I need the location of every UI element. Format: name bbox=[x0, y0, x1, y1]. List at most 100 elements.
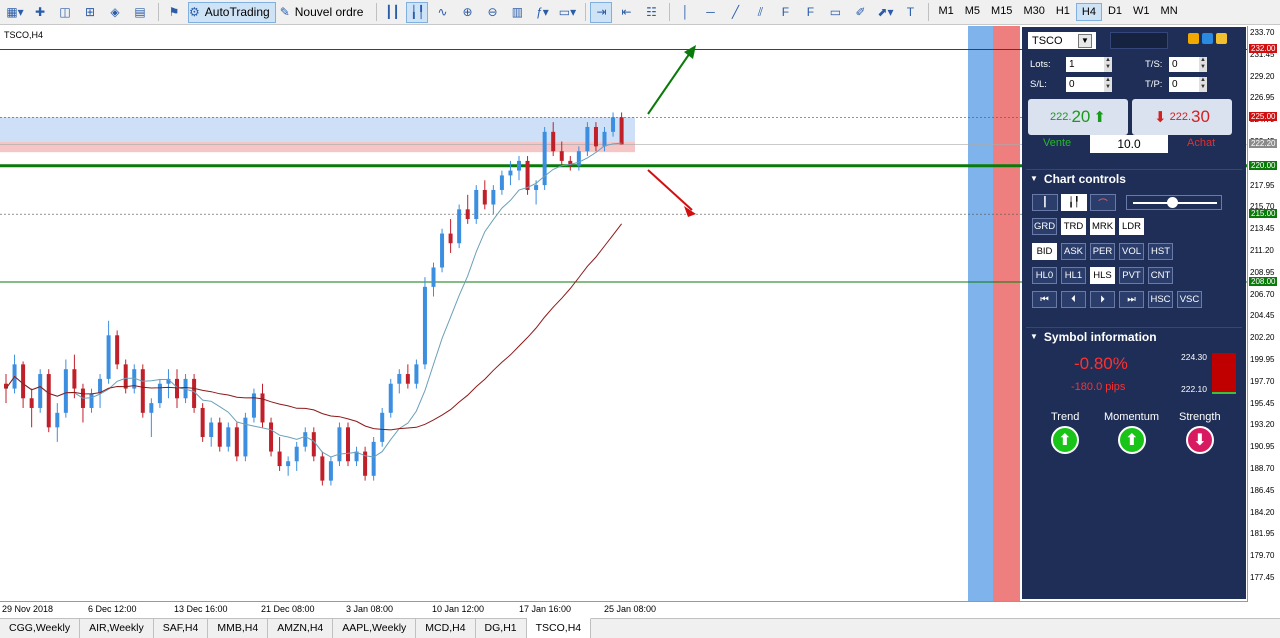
chart-shift-icon[interactable]: ⇤ bbox=[615, 2, 637, 23]
info-icon[interactable] bbox=[1202, 33, 1213, 44]
volume-input[interactable]: 10.0 bbox=[1090, 135, 1168, 153]
tab-amzn-h4[interactable]: AMZN,H4 bbox=[268, 619, 334, 638]
tab-tsco-h4[interactable]: TSCO,H4 bbox=[526, 618, 592, 638]
ts-stepper-icon[interactable]: ▲ ▼ bbox=[1199, 57, 1207, 72]
periods-icon[interactable]: ☷ bbox=[640, 2, 662, 23]
tab-mcd-h4[interactable]: MCD,H4 bbox=[416, 619, 476, 638]
market-watch-icon[interactable]: ◫ bbox=[54, 2, 76, 23]
minimize-icon[interactable] bbox=[1216, 33, 1227, 44]
tab-dg-h1[interactable]: DG,H1 bbox=[476, 619, 527, 638]
control-hl0-button[interactable]: HL0 bbox=[1032, 267, 1057, 284]
control-vol-button[interactable]: VOL bbox=[1119, 243, 1144, 260]
control-cnt-button[interactable]: CNT bbox=[1148, 267, 1173, 284]
control-trd-button[interactable]: TRD bbox=[1061, 218, 1086, 235]
line-mode-icon[interactable]: ⌒ bbox=[1090, 194, 1116, 211]
candle-body bbox=[465, 209, 470, 220]
terminal-icon[interactable]: ▤ bbox=[129, 2, 151, 23]
tp-input[interactable]: 0 bbox=[1169, 77, 1199, 92]
channel-icon[interactable]: ⫽ bbox=[749, 2, 771, 23]
fibonacci-icon[interactable]: F bbox=[774, 2, 796, 23]
profiles-icon[interactable]: ✚ bbox=[29, 2, 51, 23]
control-per-button[interactable]: PER bbox=[1090, 243, 1115, 260]
timeframe-w1[interactable]: W1 bbox=[1128, 3, 1155, 21]
tab-saf-h4[interactable]: SAF,H4 bbox=[154, 619, 209, 638]
sl-input[interactable]: 0 bbox=[1066, 77, 1104, 92]
arrows-icon[interactable]: ⬈▾ bbox=[874, 2, 896, 23]
control-bid-button[interactable]: BID bbox=[1032, 243, 1057, 260]
control-hl1-button[interactable]: HL1 bbox=[1061, 267, 1086, 284]
symbol-select[interactable]: TSCO ▼ bbox=[1028, 32, 1096, 49]
candlestick-icon[interactable]: ╽╿ bbox=[406, 1, 429, 23]
time-axis[interactable]: 29 Nov 2018 6 Dec 12:00 13 Dec 16:00 21 Dec… bbox=[0, 601, 1248, 618]
control-hls-button[interactable]: HLS bbox=[1090, 267, 1115, 284]
price-tick-label: 179.70 bbox=[1250, 551, 1275, 561]
timeframe-h1[interactable]: H1 bbox=[1051, 3, 1075, 21]
price-axis[interactable]: 233.70231.45229.20226.95224.70222.45217.… bbox=[1248, 26, 1280, 601]
tab-mmb-h4[interactable]: MMB,H4 bbox=[208, 619, 269, 638]
data-window-icon[interactable]: ⊞ bbox=[79, 2, 101, 23]
zoom-in-icon[interactable]: ⊕ bbox=[456, 2, 478, 23]
new-order-button[interactable]: ✎ Nouvel ordre bbox=[279, 2, 370, 23]
rectangle-icon[interactable]: ▭ bbox=[824, 2, 846, 23]
lots-input[interactable]: 1 bbox=[1066, 57, 1104, 72]
timeframe-mn[interactable]: MN bbox=[1156, 3, 1183, 21]
control-ask-button[interactable]: ASK bbox=[1061, 243, 1086, 260]
control-pvt-button[interactable]: PVT bbox=[1119, 267, 1144, 284]
candle-mode-icon[interactable]: ╽╿ bbox=[1061, 194, 1087, 211]
timeframe-m1[interactable]: M1 bbox=[933, 3, 958, 21]
bar-chart-icon[interactable]: ┃┃ bbox=[381, 2, 403, 23]
sell-button[interactable]: 222. 20 ⬆ bbox=[1028, 99, 1128, 135]
vertical-line-icon[interactable]: │ bbox=[674, 2, 696, 23]
control-grd-button[interactable]: GRD bbox=[1032, 218, 1057, 235]
time-tick-label: 17 Jan 16:00 bbox=[519, 604, 572, 614]
autotrading-button[interactable]: ⚙ AutoTrading bbox=[188, 1, 276, 23]
navigator-icon[interactable]: ◈ bbox=[104, 2, 126, 23]
tile-windows-icon[interactable]: ▥ bbox=[506, 2, 528, 23]
indicators-icon[interactable]: ƒ▾ bbox=[531, 2, 553, 23]
horizontal-line-icon[interactable]: ─ bbox=[699, 2, 721, 23]
tab-air-weekly[interactable]: AIR,Weekly bbox=[80, 619, 154, 638]
candle-body bbox=[508, 170, 513, 176]
control-mrk-button[interactable]: MRK bbox=[1090, 218, 1115, 235]
price-tick-label: 193.20 bbox=[1250, 420, 1275, 430]
first-icon[interactable]: ⏮ bbox=[1032, 291, 1057, 308]
trendline-icon[interactable]: ╱ bbox=[724, 2, 746, 23]
chevron-down-icon[interactable]: ▼ bbox=[1078, 33, 1092, 48]
timeframe-d1[interactable]: D1 bbox=[1103, 3, 1127, 21]
next-icon[interactable]: ⏵ bbox=[1090, 291, 1115, 308]
fibonacci-fan-icon[interactable]: F bbox=[799, 2, 821, 23]
buy-button[interactable]: ⬇ 222. 30 bbox=[1132, 99, 1232, 135]
control-hst-button[interactable]: HST bbox=[1148, 243, 1173, 260]
settings-icon[interactable] bbox=[1188, 33, 1199, 44]
zoom-slider[interactable] bbox=[1126, 195, 1222, 210]
last-icon[interactable]: ⏭ bbox=[1119, 291, 1144, 308]
symbol-search-field[interactable] bbox=[1110, 32, 1168, 49]
timeframe-m15[interactable]: M15 bbox=[986, 3, 1017, 21]
tp-stepper-icon[interactable]: ▲ ▼ bbox=[1199, 77, 1207, 92]
lots-stepper-icon[interactable]: ▲ ▼ bbox=[1104, 57, 1112, 72]
auto-scroll-icon[interactable]: ⇥ bbox=[590, 1, 613, 23]
zoom-out-icon[interactable]: ⊖ bbox=[481, 2, 503, 23]
tab-aapl-weekly[interactable]: AAPL,Weekly bbox=[333, 619, 417, 638]
control-hsc-button[interactable]: HSC bbox=[1148, 291, 1173, 308]
symbol-info-header[interactable]: ▼ Symbol information bbox=[1026, 327, 1242, 345]
prev-icon[interactable]: ⏴ bbox=[1061, 291, 1086, 308]
timeframe-m30[interactable]: M30 bbox=[1018, 3, 1049, 21]
meta-editor-icon[interactable]: ⚑ bbox=[163, 2, 185, 23]
timeframe-h4[interactable]: H4 bbox=[1075, 3, 1102, 21]
pencil-icon[interactable]: ✐ bbox=[849, 2, 871, 23]
new-chart-icon[interactable]: ▦▾ bbox=[4, 2, 26, 23]
range-low: 222.10 bbox=[1181, 384, 1207, 394]
timeframe-m5[interactable]: M5 bbox=[960, 3, 985, 21]
ts-input[interactable]: 0 bbox=[1169, 57, 1199, 72]
sl-stepper-icon[interactable]: ▲ ▼ bbox=[1104, 77, 1112, 92]
tab-cgg-weekly[interactable]: CGG,Weekly bbox=[0, 619, 81, 638]
control-ldr-button[interactable]: LDR bbox=[1119, 218, 1144, 235]
text-label-icon[interactable]: T bbox=[899, 2, 921, 23]
bar-mode-icon[interactable]: ┃ bbox=[1032, 194, 1058, 211]
templates-icon[interactable]: ▭▾ bbox=[556, 2, 578, 23]
chart-controls-header[interactable]: ▼ Chart controls bbox=[1026, 169, 1242, 187]
control-vsc-button[interactable]: VSC bbox=[1177, 291, 1202, 308]
slider-handle[interactable] bbox=[1167, 197, 1178, 208]
line-chart-icon[interactable]: ∿ bbox=[431, 2, 453, 23]
